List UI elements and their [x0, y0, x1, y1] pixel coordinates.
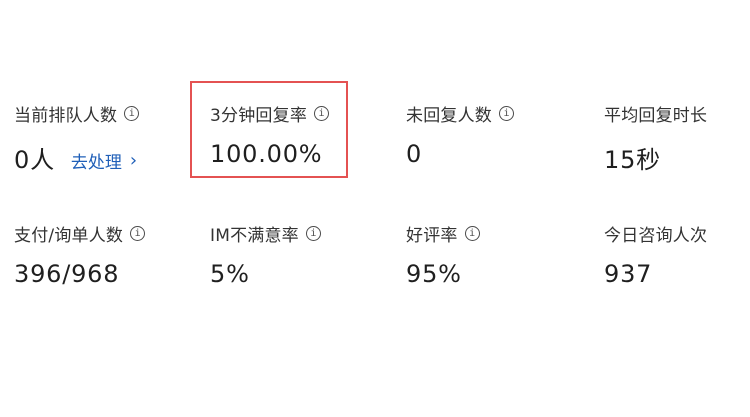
metric-average-reply-time: 平均回复时长 15秒	[604, 101, 707, 175]
info-icon[interactable]: i	[464, 226, 480, 241]
process-link[interactable]: 去处理 ›	[71, 148, 137, 173]
metric-3min-reply-rate: 3分钟回复率 i 100.00%	[210, 101, 330, 168]
chevron-right-icon: ›	[129, 149, 138, 171]
metrics-dashboard: 当前排队人数 i 0人 去处理 › 3分钟回复率 i 100.00% 未回复人数…	[0, 0, 750, 417]
metric-value: 937	[604, 260, 653, 288]
metric-label: IM不满意率	[210, 226, 299, 246]
metric-label: 未回复人数	[406, 106, 492, 126]
info-icon[interactable]: i	[124, 106, 140, 121]
metric-positive-rate: 好评率 i 95%	[406, 221, 480, 288]
info-icon[interactable]: i	[314, 106, 330, 121]
info-icon[interactable]: i	[305, 226, 321, 241]
metric-value: 95%	[406, 260, 462, 288]
metric-today-consultation-count: 今日咨询人次 937	[604, 221, 707, 288]
metric-label: 3分钟回复率	[210, 106, 308, 126]
process-link-label: 去处理	[70, 153, 122, 173]
metric-payment-inquiry-count: 支付/询单人数 i 396/968	[14, 221, 146, 288]
info-icon[interactable]: i	[130, 226, 146, 241]
metric-queue-count: 当前排队人数 i 0人 去处理 ›	[14, 101, 140, 175]
metric-label: 当前排队人数	[14, 106, 118, 126]
metric-label: 平均回复时长	[604, 106, 708, 126]
metric-label: 支付/询单人数	[14, 226, 124, 246]
metric-label: 今日咨询人次	[604, 226, 708, 246]
metric-unreplied-count: 未回复人数 i 0	[406, 101, 514, 168]
metric-value: 0人	[14, 146, 55, 174]
metric-value: 5%	[210, 260, 250, 288]
info-icon[interactable]: i	[499, 106, 514, 121]
metric-value: 396/968	[14, 260, 120, 288]
metric-label: 好评率	[406, 226, 458, 246]
metric-value: 0	[406, 140, 423, 168]
metric-value: 15秒	[604, 146, 661, 174]
metric-im-dissatisfaction-rate: IM不满意率 i 5%	[210, 221, 321, 288]
metric-value: 100.00%	[210, 140, 323, 168]
